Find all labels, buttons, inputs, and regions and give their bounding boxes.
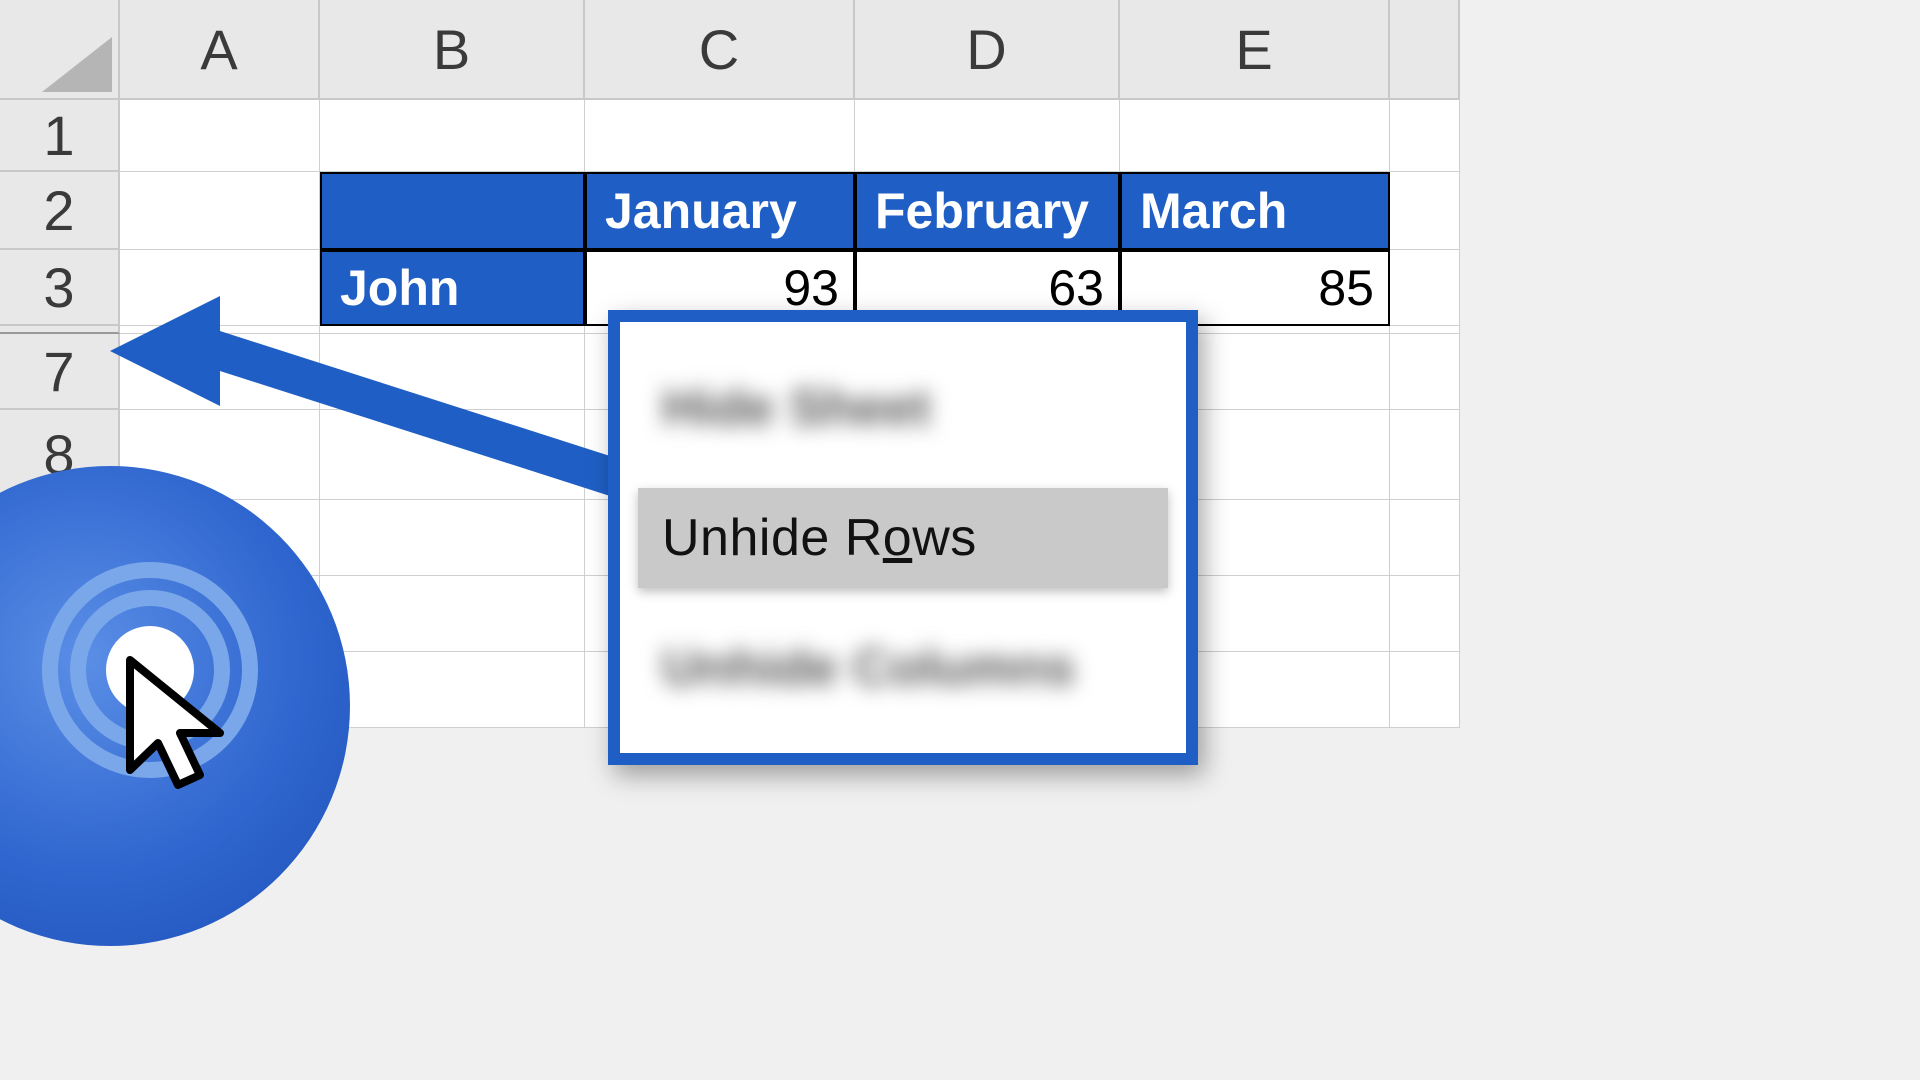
menu-item-unhide-columns[interactable]: Unhide Columns [638, 618, 1168, 718]
select-all-corner[interactable] [0, 0, 120, 100]
cell-A7[interactable] [120, 334, 320, 410]
cell-F10[interactable] [1390, 576, 1460, 652]
row-header-1[interactable]: 1 [0, 100, 120, 172]
col-header-C[interactable]: C [585, 0, 855, 100]
col-header-B[interactable]: B [320, 0, 585, 100]
table-header-january[interactable]: January [585, 172, 855, 250]
cell-A2[interactable] [120, 172, 320, 250]
cell-F7[interactable] [1390, 334, 1460, 410]
row-header-7[interactable]: 7 [0, 334, 120, 410]
hidden-rows-indicator[interactable] [0, 326, 120, 334]
table-rowname-john[interactable]: John [320, 250, 585, 326]
cell-E1[interactable] [1120, 100, 1390, 172]
cell-F1[interactable] [1390, 100, 1460, 172]
cell-F8[interactable] [1390, 410, 1460, 500]
cell-B11[interactable] [320, 652, 585, 728]
cell-B7[interactable] [320, 334, 585, 410]
row-header-2[interactable]: 2 [0, 172, 120, 250]
menu-item-unhide-rows[interactable]: Unhide Rows [638, 488, 1168, 588]
hidden-gap-A [120, 326, 320, 334]
cursor-arrow-icon [110, 650, 250, 800]
table-header-february[interactable]: February [855, 172, 1120, 250]
menu-item-hide-sheet[interactable]: Hide Sheet [638, 358, 1168, 458]
cell-B9[interactable] [320, 500, 585, 576]
cell-F3[interactable] [1390, 250, 1460, 326]
table-corner[interactable] [320, 172, 585, 250]
col-header-extra[interactable] [1390, 0, 1460, 100]
hidden-gap-B [320, 326, 585, 334]
col-header-A[interactable]: A [120, 0, 320, 100]
cell-F2[interactable] [1390, 172, 1460, 250]
col-header-E[interactable]: E [1120, 0, 1390, 100]
row-header-3[interactable]: 3 [0, 250, 120, 326]
hidden-gap-F [1390, 326, 1460, 334]
menu-label-post: ws [912, 509, 977, 567]
cell-B10[interactable] [320, 576, 585, 652]
cell-B1[interactable] [320, 100, 585, 172]
context-menu: Hide Sheet Unhide Rows Unhide Columns [608, 310, 1198, 765]
menu-label-underline: o [883, 509, 912, 567]
select-all-triangle-icon [42, 37, 112, 92]
cell-F11[interactable] [1390, 652, 1460, 728]
cell-D1[interactable] [855, 100, 1120, 172]
cell-A3[interactable] [120, 250, 320, 326]
cell-F9[interactable] [1390, 500, 1460, 576]
cell-B8[interactable] [320, 410, 585, 500]
col-header-D[interactable]: D [855, 0, 1120, 100]
cell-A1[interactable] [120, 100, 320, 172]
menu-label-pre: Unhide R [662, 509, 883, 567]
table-header-march[interactable]: March [1120, 172, 1390, 250]
cell-C1[interactable] [585, 100, 855, 172]
